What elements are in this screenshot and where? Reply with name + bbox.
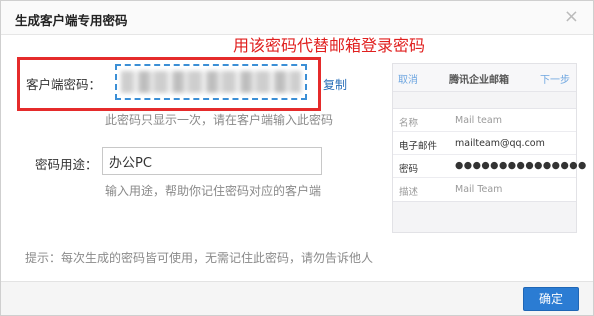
close-icon[interactable]: × — [564, 7, 579, 27]
purpose-input[interactable] — [102, 147, 322, 175]
phone-row-email: 电子邮件 mailteam@qq.com — [393, 132, 576, 155]
phone-row-name: 名称 Mail team — [393, 109, 576, 132]
tip-text: 提示：每次生成的密码皆可使用，无需记住此密码，请勿告诉他人 — [25, 251, 374, 265]
phone-form: 名称 Mail team 电子邮件 mailteam@qq.com 密码 ●●●… — [393, 108, 586, 202]
phone-nav-bar: 取消 腾讯企业邮箱 下一步 — [393, 64, 576, 92]
phone-row-key: 密码 — [399, 164, 419, 175]
phone-row-value: mailteam@qq.com — [455, 138, 545, 149]
phone-row-description: 描述 Mail Team — [393, 178, 576, 201]
phone-cancel: 取消 — [398, 75, 418, 86]
annotation-text: 用该密码代替邮箱登录密码 — [233, 36, 426, 55]
dialog-footer — [1, 281, 593, 315]
phone-row-value: Mail Team — [455, 184, 503, 195]
blurred-password — [121, 71, 301, 93]
phone-row-key: 名称 — [399, 118, 419, 129]
phone-next: 下一步 — [540, 75, 570, 86]
copy-link[interactable]: 复制 — [323, 76, 347, 93]
client-password-field[interactable] — [115, 64, 307, 100]
purpose-label: 密码用途： — [35, 157, 98, 172]
phone-row-value: Mail team — [455, 115, 502, 126]
purpose-hint: 输入用途，帮助你记住密码对应的客户端 — [105, 184, 322, 198]
phone-preview: 取消 腾讯企业邮箱 下一步 名称 Mail team 电子邮件 mailteam… — [392, 63, 586, 233]
phone-row-value: ●●●●●●●●●●●●●●● — [455, 160, 587, 171]
client-password-label: 客户端密码： — [26, 77, 102, 92]
dialog-title: 生成客户端专用密码 — [15, 13, 128, 28]
phone-row-key: 描述 — [399, 187, 419, 198]
phone-title: 腾讯企业邮箱 — [449, 75, 509, 86]
dialog-header: 生成客户端专用密码 × — [1, 1, 593, 35]
password-hint: 此密码只显示一次，请在客户端输入此密码 — [105, 113, 334, 127]
ok-button[interactable]: 确定 — [523, 287, 579, 311]
generate-client-password-dialog: 生成客户端专用密码 × 用该密码代替邮箱登录密码 客户端密码： 复制 此密码只显… — [0, 0, 594, 316]
phone-row-password: 密码 ●●●●●●●●●●●●●●● — [393, 155, 586, 178]
phone-row-key: 电子邮件 — [399, 141, 438, 152]
